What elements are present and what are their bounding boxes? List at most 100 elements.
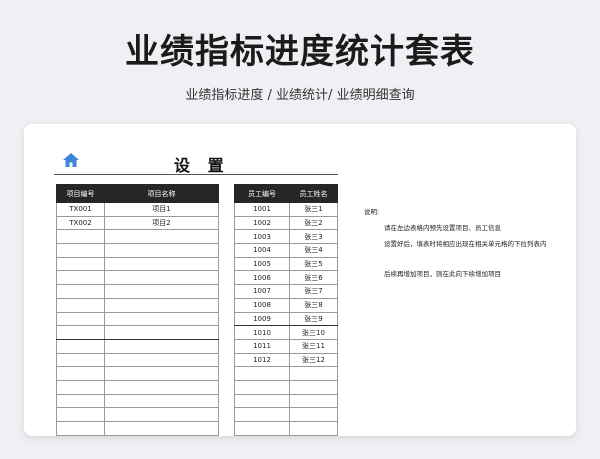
project-row <box>56 270 219 286</box>
employee-name-cell[interactable] <box>289 379 338 395</box>
project-name-cell[interactable]: 项目1 <box>104 202 219 217</box>
project-id-cell[interactable]: TX002 <box>56 215 105 231</box>
project-name-cell[interactable] <box>104 366 219 381</box>
project-id-cell[interactable] <box>56 393 105 409</box>
employee-id-cell[interactable]: 1003 <box>234 229 290 245</box>
employee-id-cell[interactable] <box>234 421 290 436</box>
project-name-cell[interactable] <box>104 311 219 327</box>
project-row <box>56 407 219 422</box>
project-id-cell[interactable] <box>56 407 105 422</box>
employee-id-cell[interactable]: 1010 <box>234 325 290 340</box>
employee-name-cell[interactable] <box>289 421 338 436</box>
employee-id-cell[interactable]: 1005 <box>234 256 290 272</box>
employee-row: 1009 张三9 <box>234 311 338 327</box>
project-id-cell[interactable] <box>56 338 105 354</box>
note-line: 请在左边表格内预先设置项目、员工信息 <box>384 224 501 232</box>
project-id-cell[interactable] <box>56 243 105 258</box>
employee-name-cell[interactable]: 张三5 <box>289 256 338 272</box>
project-name-cell[interactable] <box>104 284 219 299</box>
employee-row: 1001 张三1 <box>234 202 338 217</box>
project-name-cell[interactable] <box>104 270 219 286</box>
employee-id-cell[interactable]: 1011 <box>234 338 290 354</box>
project-row: TX001 项目1 <box>56 202 219 217</box>
home-icon[interactable] <box>62 152 80 168</box>
project-id-cell[interactable] <box>56 256 105 272</box>
employee-row: 1011 张三11 <box>234 338 338 354</box>
employee-id-cell[interactable]: 1008 <box>234 297 290 313</box>
project-id-cell[interactable]: TX001 <box>56 202 105 217</box>
project-id-cell[interactable] <box>56 270 105 286</box>
employee-row <box>234 407 338 422</box>
project-id-cell[interactable] <box>56 311 105 327</box>
project-name-cell[interactable]: 项目2 <box>104 215 219 231</box>
employee-id-cell[interactable] <box>234 366 290 381</box>
employee-id-cell[interactable] <box>234 379 290 395</box>
employee-table-header: 员工编号 员工姓名 <box>234 184 338 203</box>
employee-name-cell[interactable]: 张三11 <box>289 338 338 354</box>
project-id-cell[interactable] <box>56 366 105 381</box>
project-name-cell[interactable] <box>104 379 219 395</box>
project-id-cell[interactable] <box>56 229 105 245</box>
employee-name-cell[interactable]: 张三7 <box>289 284 338 299</box>
project-name-cell[interactable] <box>104 393 219 409</box>
project-name-cell[interactable] <box>104 256 219 272</box>
project-row <box>56 379 219 395</box>
employee-id-cell[interactable]: 1006 <box>234 270 290 286</box>
project-name-header: 项目名称 <box>104 184 219 203</box>
project-name-cell[interactable] <box>104 421 219 436</box>
employee-name-cell[interactable]: 张三4 <box>289 243 338 258</box>
project-id-cell[interactable] <box>56 325 105 340</box>
employee-id-header: 员工编号 <box>234 184 290 203</box>
project-row <box>56 311 219 327</box>
sheet-card: 设 置 项目编号 项目名称 TX001 项目1 TX002 项目2 员工编号 员工姓名… <box>24 124 576 436</box>
notes-label: 说明: <box>364 208 380 216</box>
employee-id-cell[interactable] <box>234 393 290 409</box>
project-id-cell[interactable] <box>56 297 105 313</box>
employee-row: 1008 张三8 <box>234 297 338 313</box>
employee-name-cell[interactable]: 张三3 <box>289 229 338 245</box>
employee-name-cell[interactable]: 张三8 <box>289 297 338 313</box>
project-name-cell[interactable] <box>104 407 219 422</box>
employee-id-cell[interactable]: 1009 <box>234 311 290 327</box>
employee-row: 1005 张三5 <box>234 256 338 272</box>
project-name-cell[interactable] <box>104 243 219 258</box>
project-table-header: 项目编号 项目名称 <box>56 184 219 203</box>
project-row <box>56 325 219 340</box>
employee-id-cell[interactable]: 1004 <box>234 243 290 258</box>
employee-id-cell[interactable]: 1007 <box>234 284 290 299</box>
notes-panel: 说明: 请在左边表格内预先设置项目、员工信息 设置好后，填表时将相应出现在相关单… <box>364 206 564 284</box>
employee-name-cell[interactable] <box>289 393 338 409</box>
employee-id-cell[interactable]: 1012 <box>234 352 290 368</box>
employee-name-cell[interactable]: 张三9 <box>289 311 338 327</box>
project-name-cell[interactable] <box>104 325 219 340</box>
project-id-cell[interactable] <box>56 421 105 436</box>
project-row <box>56 366 219 381</box>
employee-name-cell[interactable]: 张三12 <box>289 352 338 368</box>
project-id-cell[interactable] <box>56 379 105 395</box>
employee-id-cell[interactable] <box>234 407 290 422</box>
employee-name-cell[interactable] <box>289 366 338 381</box>
project-id-cell[interactable] <box>56 284 105 299</box>
employee-name-cell[interactable]: 张三6 <box>289 270 338 286</box>
project-row <box>56 421 219 436</box>
employee-table: 员工编号 员工姓名 1001 张三1 1002 张三2 1003 张三3 1004 张三4 10… <box>234 184 338 436</box>
employee-row: 1004 张三4 <box>234 243 338 258</box>
employee-row: 1010 张三10 <box>234 325 338 340</box>
project-row <box>56 243 219 258</box>
employee-id-cell[interactable]: 1001 <box>234 202 290 217</box>
note-line: 设置好后，填表时将相应出现在相关单元格的下拉列表内 <box>384 240 547 248</box>
project-name-cell[interactable] <box>104 352 219 368</box>
project-name-cell[interactable] <box>104 338 219 354</box>
employee-name-cell[interactable] <box>289 407 338 422</box>
employee-row: 1002 张三2 <box>234 215 338 231</box>
project-name-cell[interactable] <box>104 297 219 313</box>
employee-row <box>234 379 338 395</box>
project-id-cell[interactable] <box>56 352 105 368</box>
employee-name-cell[interactable]: 张三10 <box>289 325 338 340</box>
project-row <box>56 284 219 299</box>
project-name-cell[interactable] <box>104 229 219 245</box>
employee-name-cell[interactable]: 张三2 <box>289 215 338 231</box>
employee-row <box>234 421 338 436</box>
employee-id-cell[interactable]: 1002 <box>234 215 290 231</box>
employee-name-cell[interactable]: 张三1 <box>289 202 338 217</box>
